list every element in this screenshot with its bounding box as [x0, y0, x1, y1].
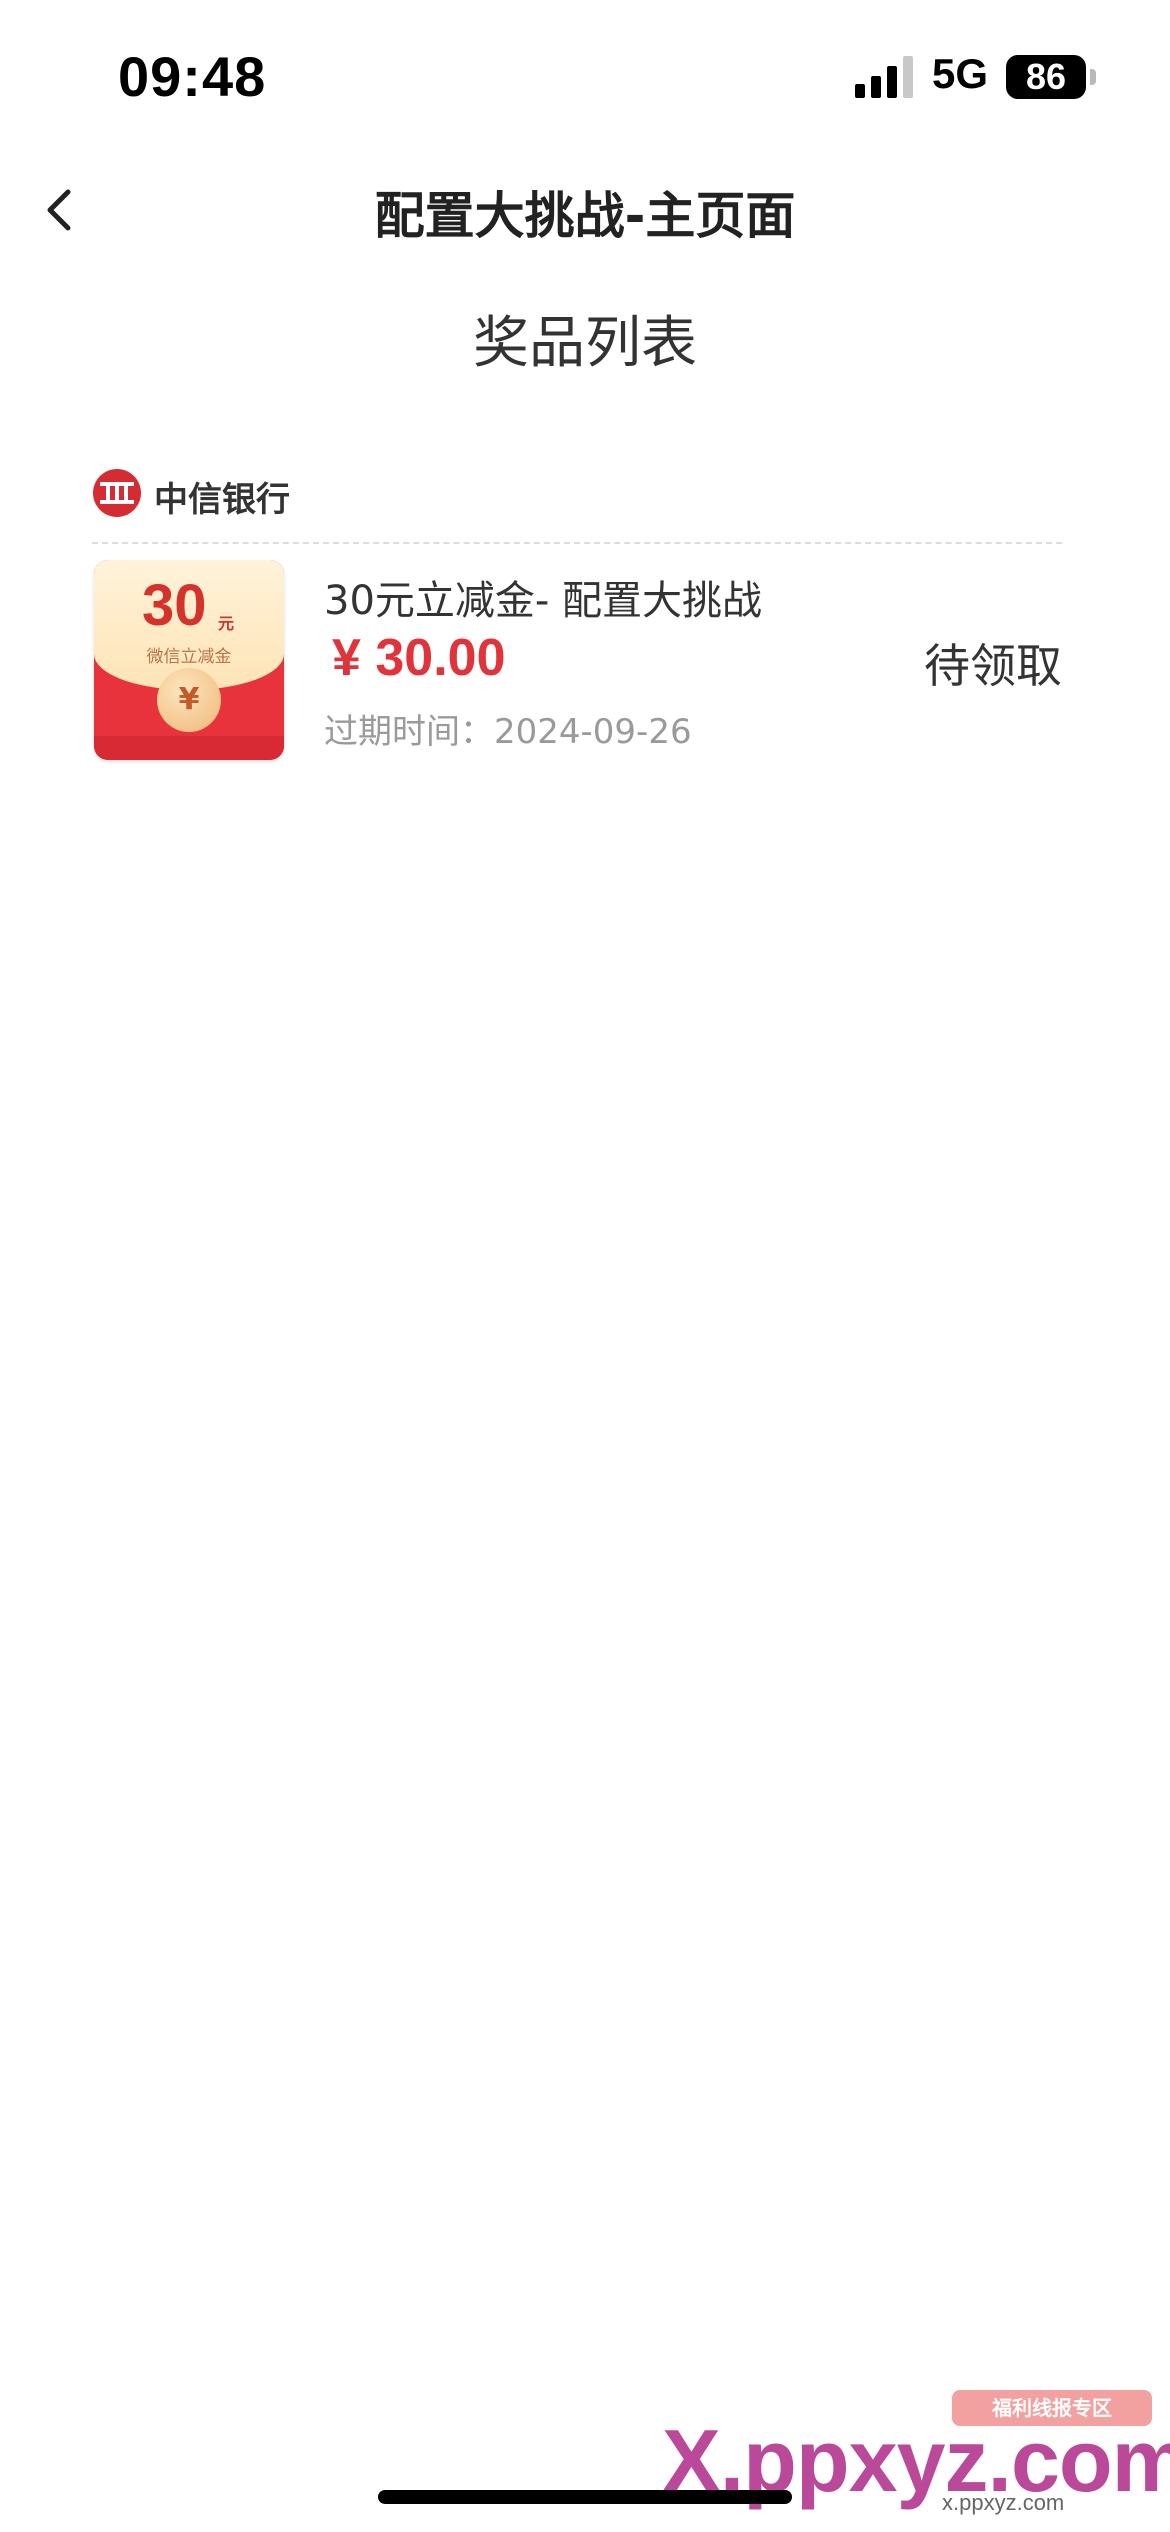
home-indicator [378, 2490, 792, 2504]
divider [92, 542, 1062, 544]
network-label: 5G [932, 50, 989, 97]
watermark-badge: 福利线报专区 [952, 2390, 1152, 2426]
status-bar: 09:48 5G 86 [0, 0, 1170, 150]
signal-icon [855, 56, 913, 98]
claim-status-button[interactable]: 待领取 [924, 630, 1062, 696]
coupon-unit: 元 [218, 614, 235, 633]
coupon-subtitle: 微信立减金 [146, 647, 232, 667]
battery-cap [1090, 69, 1096, 85]
battery-icon: 86 [1006, 55, 1086, 99]
status-time: 09:48 [118, 45, 267, 108]
watermark-sub: x.ppxyz.com [942, 2490, 1065, 2515]
prize-price: ¥ 30.00 [332, 629, 506, 687]
prize-expiry: 过期时间：2024-09-26 [324, 712, 692, 752]
citic-bank-logo-icon [93, 469, 141, 517]
prize-name: 30元立减金- 配置大挑战 [324, 578, 763, 624]
section-title: 奖品列表 [473, 311, 697, 376]
yuan-coin-icon: ¥ [157, 668, 221, 732]
bank-name: 中信银行 [154, 480, 290, 520]
bank-row: 中信银行 [92, 468, 1062, 520]
nav-bar: 配置大挑战-主页面 [0, 150, 1170, 270]
coupon-amount: 30 [142, 573, 207, 638]
coupon-bottom [94, 736, 284, 760]
page-title: 配置大挑战-主页面 [374, 187, 796, 245]
prize-card[interactable]: 中信银行 30 元 微信立减金 ¥ 30元立减金- 配置大挑战 ¥ 30.00 … [92, 468, 1062, 768]
coupon-thumbnail: 30 元 微信立减金 ¥ [94, 560, 284, 760]
